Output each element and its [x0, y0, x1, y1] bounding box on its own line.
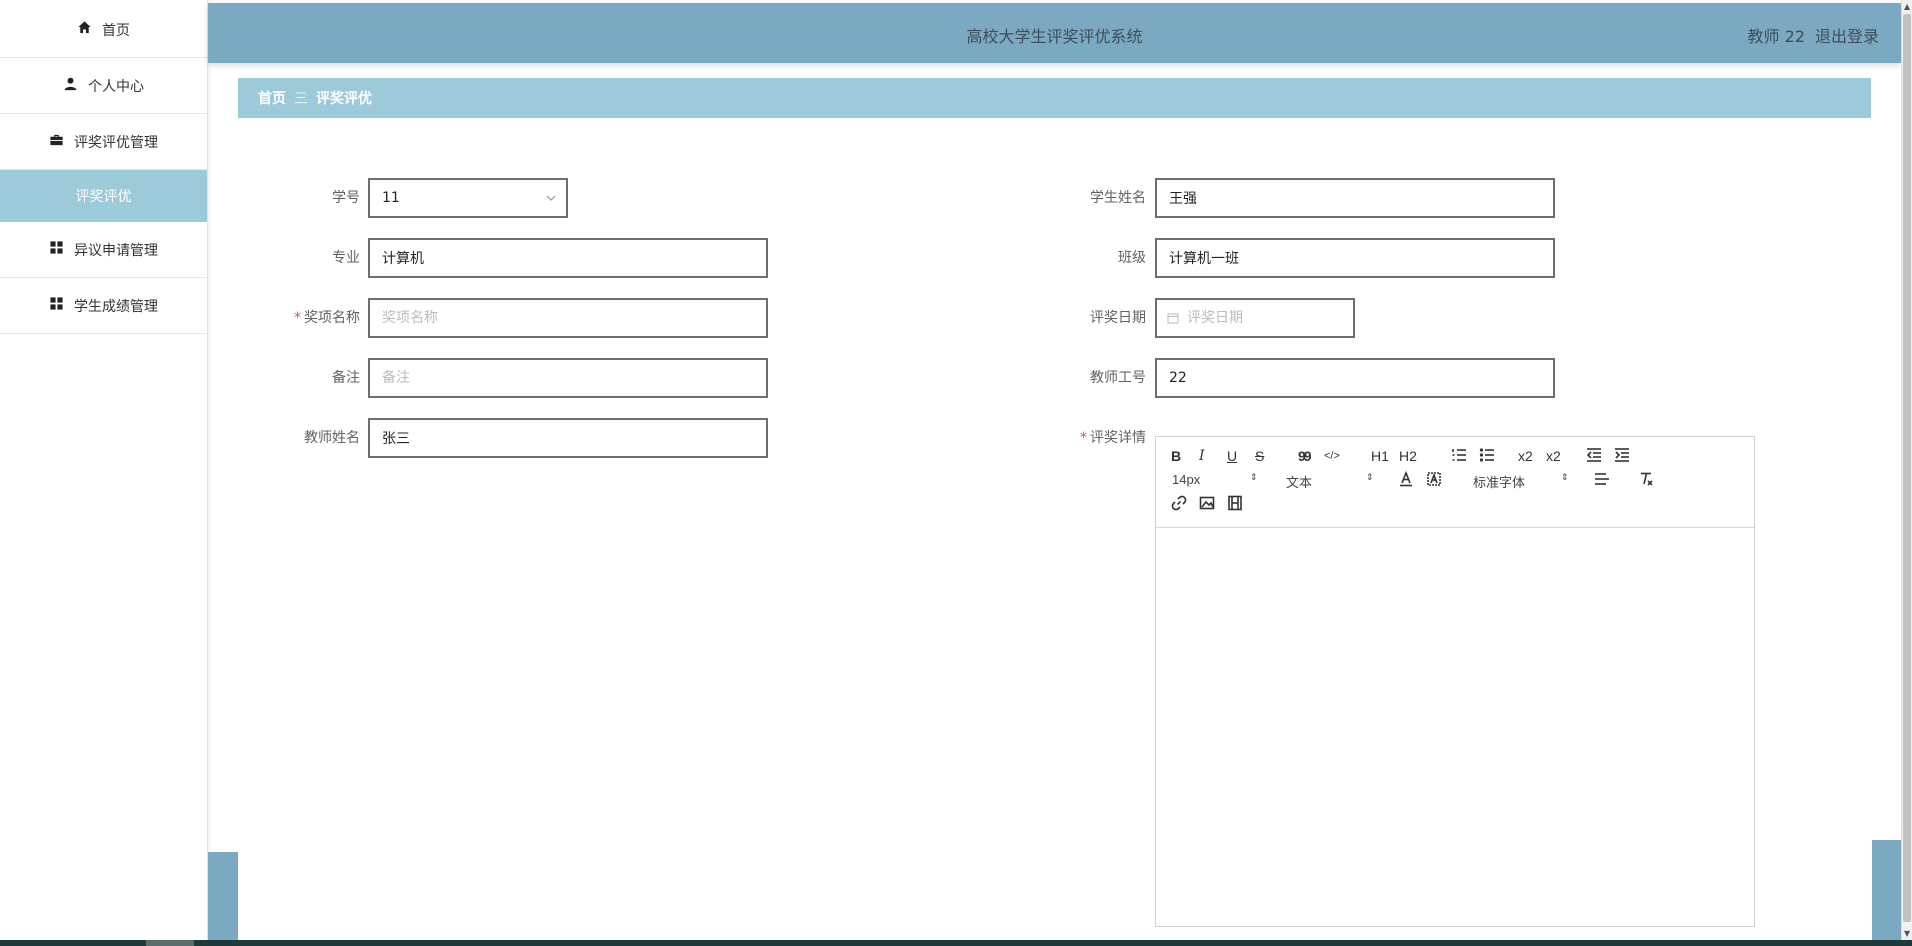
strike-button[interactable]: S — [1255, 447, 1264, 465]
user-name: 教师 22 — [1747, 27, 1805, 46]
sidebar: 首页 个人中心 评奖评优管理 评奖评优 异议申请管理 学生成绩管理 — [0, 0, 208, 940]
font-family-value: 标准字体 — [1473, 475, 1526, 490]
header-user-area: 教师 22 退出登录 — [1748, 23, 1879, 47]
decorative-corner-left — [208, 852, 238, 940]
grid-icon — [49, 296, 64, 315]
teacher-id-label: 教师工号 — [1090, 370, 1146, 386]
taskbar-strip — [0, 940, 1912, 946]
breadcrumb: 首页 三 评奖评优 — [238, 78, 1871, 118]
sidebar-item-label: 评奖评优管理 — [74, 134, 158, 151]
award-detail-editor: B I U S 99 </> H1 H2 x2 x2 14px ⇕ 文本 ⇕ 标… — [1155, 436, 1755, 927]
required-mark: * — [294, 310, 301, 326]
calendar-icon — [1167, 313, 1179, 324]
blockquote-button[interactable]: 99 — [1298, 447, 1312, 465]
award-name-label: * 奖项名称 — [240, 298, 360, 338]
student-id-label: 学号 — [332, 190, 360, 206]
teacher-name-field[interactable] — [368, 418, 768, 458]
top-header: 高校大学生评奖评优系统 教师 22 退出登录 — [208, 3, 1901, 63]
major-field[interactable] — [368, 238, 768, 278]
breadcrumb-current: 评奖评优 — [316, 91, 372, 107]
remark-field[interactable] — [368, 358, 768, 398]
clear-format-icon[interactable] — [1638, 471, 1654, 492]
outdent-icon[interactable] — [1586, 447, 1602, 468]
bold-button[interactable]: B — [1171, 447, 1181, 465]
scroll-up-icon[interactable]: ▲ — [1904, 2, 1910, 11]
sidebar-item-profile[interactable]: 个人中心 — [0, 58, 207, 114]
sidebar-item-label: 首页 — [102, 22, 130, 39]
font-size-value: 14px — [1172, 472, 1201, 487]
major-label: 专业 — [332, 250, 360, 266]
sidebar-item-objection-management[interactable]: 异议申请管理 — [0, 222, 207, 278]
toolbar-row-3 — [1166, 493, 1744, 517]
home-icon — [77, 20, 92, 39]
student-id-select[interactable]: 11 — [368, 178, 568, 218]
award-name-field[interactable] — [368, 298, 768, 338]
sidebar-item-home[interactable]: 首页 — [0, 2, 207, 58]
briefcase-icon — [49, 132, 64, 151]
class-field[interactable] — [1155, 238, 1555, 278]
breadcrumb-separator: 三 — [294, 91, 308, 107]
award-detail-label: * 评奖详情 — [1026, 418, 1146, 458]
toolbar-row-1: B I U S 99 </> H1 H2 x2 x2 — [1166, 445, 1744, 469]
student-id-value: 11 — [382, 190, 400, 206]
underline-button[interactable]: U — [1227, 447, 1237, 465]
sidebar-item-label: 异议申请管理 — [74, 242, 158, 259]
font-family-select[interactable]: 标准字体 ⇕ — [1473, 472, 1569, 491]
font-color-icon[interactable] — [1398, 470, 1414, 492]
italic-button[interactable]: I — [1199, 447, 1205, 465]
link-icon[interactable] — [1171, 495, 1187, 516]
editor-content-area[interactable] — [1156, 528, 1754, 926]
indent-icon[interactable] — [1614, 447, 1630, 468]
student-name-field[interactable] — [1155, 178, 1555, 218]
toolbar-row-2: 14px ⇕ 文本 ⇕ 标准字体 ⇕ — [1166, 469, 1744, 493]
award-date-label: 评奖日期 — [1090, 310, 1146, 326]
sidebar-item-label: 学生成绩管理 — [74, 298, 158, 315]
header-1-button[interactable]: H1 — [1371, 447, 1389, 465]
grid-icon — [49, 240, 64, 259]
sidebar-item-award-evaluation[interactable]: 评奖评优 — [0, 170, 207, 222]
scroll-down-icon[interactable]: ▼ — [1904, 929, 1910, 938]
background-color-icon[interactable] — [1426, 471, 1442, 492]
teacher-id-field[interactable] — [1155, 358, 1555, 398]
superscript-button[interactable]: x2 — [1546, 447, 1561, 465]
block-type-select[interactable]: 文本 ⇕ — [1286, 472, 1374, 491]
image-icon[interactable] — [1199, 495, 1215, 516]
logout-link[interactable]: 退出登录 — [1815, 23, 1879, 47]
ordered-list-icon[interactable] — [1451, 447, 1467, 468]
app-root: 首页 个人中心 评奖评优管理 评奖评优 异议申请管理 学生成绩管理 高校大学生评… — [0, 0, 1912, 946]
sidebar-item-label: 个人中心 — [88, 78, 144, 95]
select-arrows-icon: ⇕ — [1250, 472, 1258, 482]
header-2-button[interactable]: H2 — [1399, 447, 1417, 465]
select-arrows-icon: ⇕ — [1561, 472, 1569, 482]
select-arrows-icon: ⇕ — [1366, 472, 1374, 482]
class-label: 班级 — [1118, 250, 1146, 266]
breadcrumb-home[interactable]: 首页 — [258, 88, 286, 108]
student-name-label: 学生姓名 — [1090, 190, 1146, 206]
required-mark: * — [1080, 430, 1087, 446]
code-block-button[interactable]: </> — [1324, 447, 1340, 465]
scroll-thumb[interactable] — [1903, 14, 1911, 922]
award-date-placeholder: 评奖日期 — [1187, 310, 1243, 326]
remark-label: 备注 — [332, 370, 360, 386]
align-icon[interactable] — [1594, 471, 1610, 492]
taskbar-item[interactable] — [146, 940, 194, 946]
font-size-select[interactable]: 14px ⇕ — [1172, 472, 1258, 487]
app-title: 高校大学生评奖评优系统 — [966, 27, 1143, 46]
teacher-name-label: 教师姓名 — [304, 430, 360, 446]
award-date-picker[interactable]: 评奖日期 — [1155, 298, 1355, 338]
sidebar-item-label: 评奖评优 — [75, 189, 132, 205]
sidebar-item-award-management[interactable]: 评奖评优管理 — [0, 114, 207, 170]
award-detail-label-text: 评奖详情 — [1090, 430, 1146, 446]
award-name-label-text: 奖项名称 — [304, 310, 360, 326]
video-icon[interactable] — [1227, 495, 1243, 516]
decorative-corner-right — [1872, 840, 1902, 940]
vertical-scrollbar[interactable]: ▲ ▼ — [1901, 0, 1912, 940]
sidebar-item-score-management[interactable]: 学生成绩管理 — [0, 278, 207, 334]
subscript-button[interactable]: x2 — [1518, 447, 1533, 465]
user-icon — [63, 76, 78, 95]
bullet-list-icon[interactable] — [1479, 447, 1495, 468]
chevron-down-icon — [546, 195, 556, 201]
block-type-value: 文本 — [1286, 475, 1313, 490]
editor-toolbar: B I U S 99 </> H1 H2 x2 x2 14px ⇕ 文本 ⇕ 标… — [1156, 437, 1754, 528]
